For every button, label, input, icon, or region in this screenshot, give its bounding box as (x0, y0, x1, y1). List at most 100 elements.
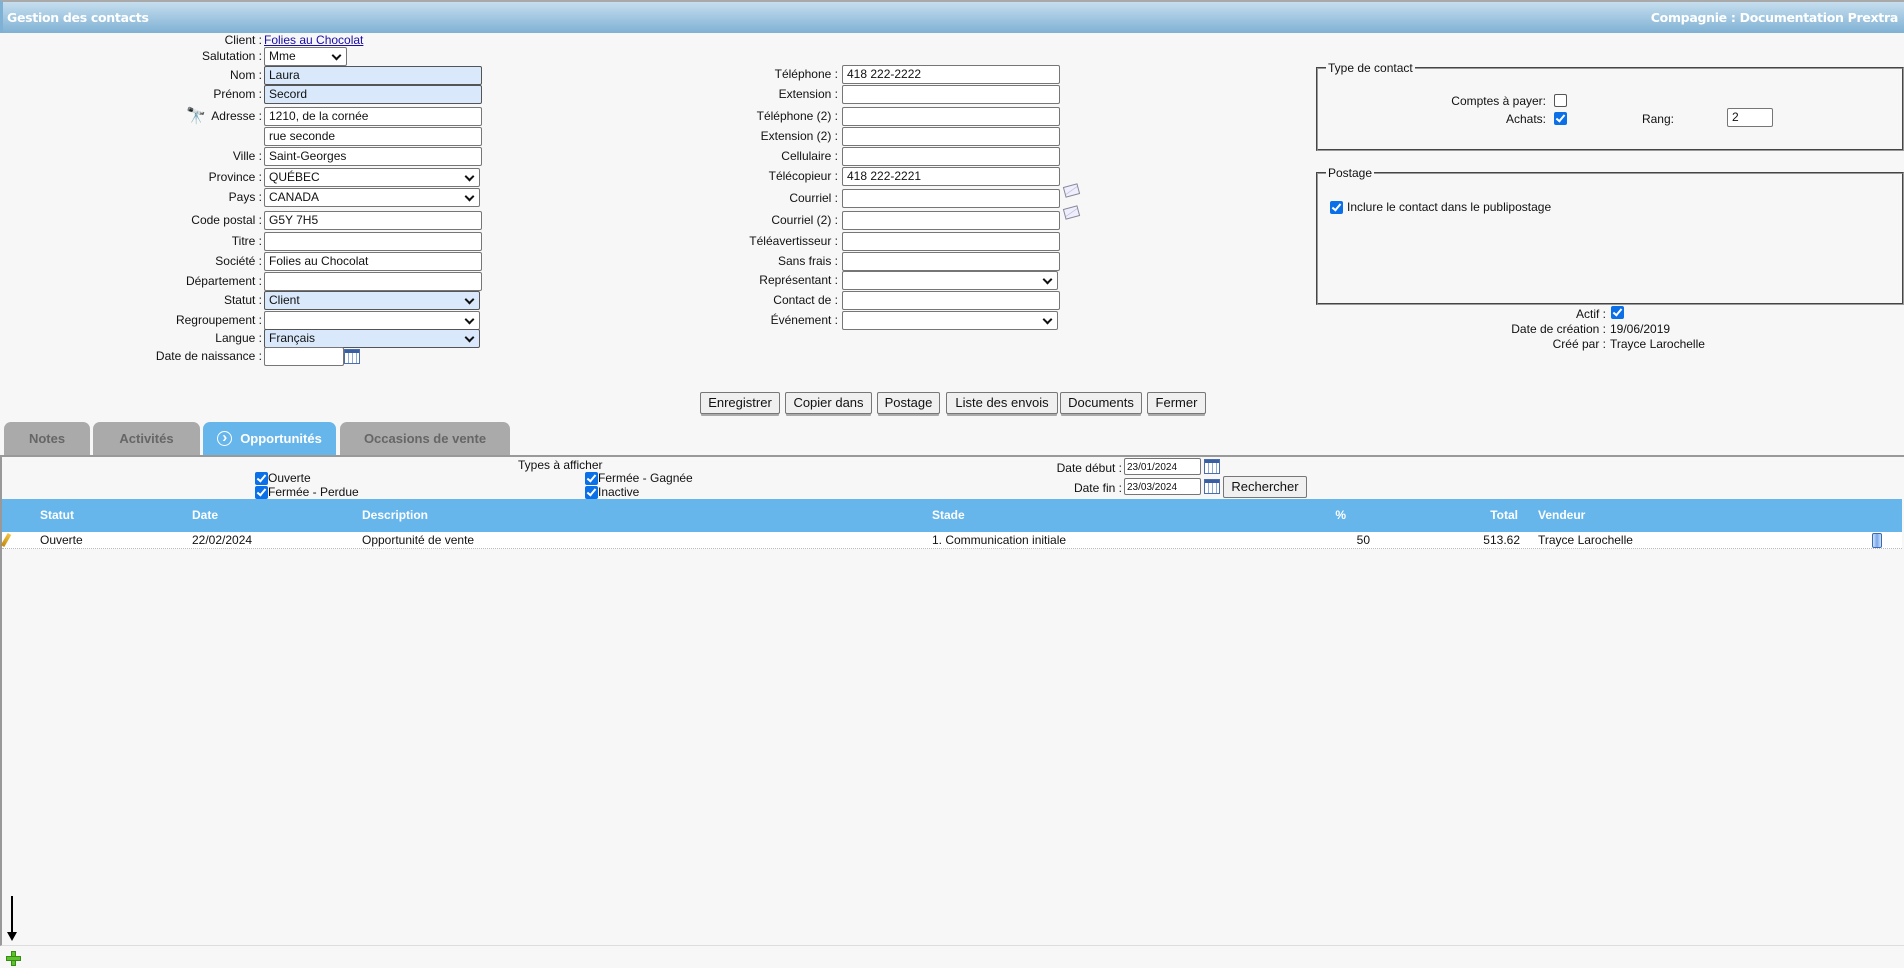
teleavertisseur-label: Téléavertisseur : (749, 234, 838, 248)
column-header-total[interactable]: Total (1490, 499, 1518, 532)
calendar-icon[interactable] (1204, 459, 1220, 474)
nom-label: Nom : (229, 68, 262, 82)
rang-label: Rang: (1641, 112, 1674, 126)
cell-vendeur: Trayce Larochelle (1538, 533, 1633, 547)
evenement-select[interactable] (842, 311, 1058, 330)
adresse-2-input[interactable]: rue seconde (264, 127, 482, 146)
contact-de-label: Contact de : (773, 293, 838, 307)
column-header-description[interactable]: Description (362, 499, 428, 532)
date-creation-label: Date de création : (1511, 322, 1606, 336)
actif-checkbox[interactable] (1611, 306, 1624, 319)
type-fermee-perdue-label: Fermée - Perdue (268, 485, 359, 499)
liste-des-envois-button[interactable]: Liste des envois (946, 392, 1058, 414)
type-ouverte-checkbox[interactable] (255, 472, 268, 485)
postage-button[interactable]: Postage (877, 392, 940, 414)
email-icon[interactable] (1062, 205, 1081, 220)
type-ouverte-label: Ouverte (268, 471, 311, 485)
statut-select[interactable]: Client (264, 291, 480, 310)
email-icon[interactable] (1062, 183, 1081, 198)
prenom-input[interactable]: Secord (264, 85, 482, 104)
tab-label: Activités (119, 431, 174, 446)
cree-par-label: Créé par : (1552, 337, 1606, 351)
date-creation-value: 19/06/2019 (1610, 322, 1671, 336)
societe-label: Société : (215, 254, 262, 268)
cellulaire-label: Cellulaire : (781, 149, 838, 163)
client-link[interactable]: Folies au Chocolat (264, 32, 363, 48)
extension-2-input[interactable] (842, 127, 1060, 146)
column-header-field[interactable]: % (1335, 499, 1346, 532)
type-fermee-gagnee-checkbox[interactable] (585, 472, 598, 485)
type-contact-legend: Type de contact (1328, 61, 1413, 75)
date-fin-input[interactable]: 23/03/2024 (1124, 478, 1201, 495)
telecopieur-input[interactable]: 418 222-2221 (842, 167, 1060, 186)
documents-button[interactable]: Documents (1060, 392, 1142, 414)
cell-stade: 1. Communication initiale (932, 533, 1067, 547)
achats-checkbox[interactable] (1554, 112, 1567, 125)
publipostage-checkbox[interactable] (1330, 201, 1343, 214)
client-label: Client : (224, 33, 262, 47)
type-inactive-label: Inactive (598, 485, 640, 499)
extension-label: Extension : (778, 87, 838, 101)
titre-input[interactable] (264, 232, 482, 251)
rang-input[interactable]: 2 (1727, 108, 1773, 127)
calendar-icon[interactable] (344, 349, 360, 364)
courriel-input[interactable] (842, 189, 1060, 208)
enregistrer-button[interactable]: Enregistrer (700, 392, 780, 414)
comptes-checkbox[interactable] (1554, 94, 1567, 107)
courriel-2-label: Courriel (2) : (771, 213, 838, 227)
telephone-2-input[interactable] (842, 107, 1060, 126)
actif-label: Actif : (1575, 307, 1606, 321)
types-label: Types à afficher (518, 458, 603, 472)
cell-total: 513.62 (1483, 533, 1520, 547)
statut-label: Statut : (223, 293, 262, 307)
sans-frais-input[interactable] (842, 252, 1060, 271)
societe-input[interactable]: Folies au Chocolat (264, 252, 482, 271)
tab-opportunites[interactable]: › Opportunités (203, 422, 336, 455)
date-debut-input[interactable]: 23/01/2024 (1124, 458, 1201, 475)
pays-select[interactable]: CANADA (264, 188, 480, 207)
chevron-right-circle-icon: › (217, 430, 233, 446)
trash-icon[interactable] (1872, 533, 1882, 548)
contact-de-input[interactable] (842, 291, 1060, 310)
code-postal-label: Code postal : (191, 213, 262, 227)
tab-notes[interactable]: Notes (4, 422, 90, 455)
copier-dans-button[interactable]: Copier dans (785, 392, 872, 414)
calendar-icon[interactable] (1204, 479, 1220, 494)
postage-fieldset: Postage (1316, 166, 1904, 305)
map-binoculars-icon[interactable]: 🔭 (186, 106, 206, 126)
column-header-statut[interactable]: Statut (40, 499, 74, 532)
cell-statut: Ouverte (40, 533, 83, 547)
nom-input[interactable]: Laura (264, 66, 482, 85)
tab-activites[interactable]: Activités (93, 422, 200, 455)
cellulaire-input[interactable] (842, 147, 1060, 166)
date-de-naissance-label: Date de naissance : (155, 349, 262, 363)
code-postal-input[interactable]: G5Y 7H5 (264, 211, 482, 230)
fermer-button[interactable]: Fermer (1147, 392, 1206, 414)
type-inactive-checkbox[interactable] (585, 486, 598, 499)
cell-date: 22/02/2024 (192, 533, 253, 547)
courriel-2-input[interactable] (842, 211, 1060, 230)
column-header-vendeur[interactable]: Vendeur (1538, 499, 1585, 532)
representant-select[interactable] (842, 271, 1058, 290)
column-header-date[interactable]: Date (192, 499, 218, 532)
representant-label: Représentant : (759, 273, 838, 287)
type-fermee-perdue-checkbox[interactable] (255, 486, 268, 499)
adresse-input[interactable]: 1210, de la cornée (264, 107, 482, 126)
courriel-label: Courriel : (789, 191, 838, 205)
ville-input[interactable]: Saint-Georges (264, 147, 482, 166)
extension-input[interactable] (842, 85, 1060, 104)
search-button[interactable]: Rechercher (1223, 476, 1307, 498)
langue-select[interactable]: Français (264, 329, 480, 348)
telephone-input[interactable]: 418 222-2222 (842, 65, 1060, 84)
column-header-stade[interactable]: Stade (932, 499, 965, 532)
province-select[interactable]: QUÉBEC (264, 168, 480, 187)
tab-occasions-de-vente[interactable]: Occasions de vente (340, 422, 510, 455)
postage-legend: Postage (1328, 166, 1373, 180)
add-icon[interactable] (6, 951, 21, 966)
cell-description: Opportunité de vente (362, 533, 475, 547)
regroupement-select[interactable] (264, 311, 480, 330)
departement-input[interactable] (264, 272, 482, 291)
teleavertisseur-input[interactable] (842, 232, 1060, 251)
date-de-naissance-input[interactable] (264, 347, 344, 366)
salutation-select[interactable]: Mme (264, 47, 347, 66)
